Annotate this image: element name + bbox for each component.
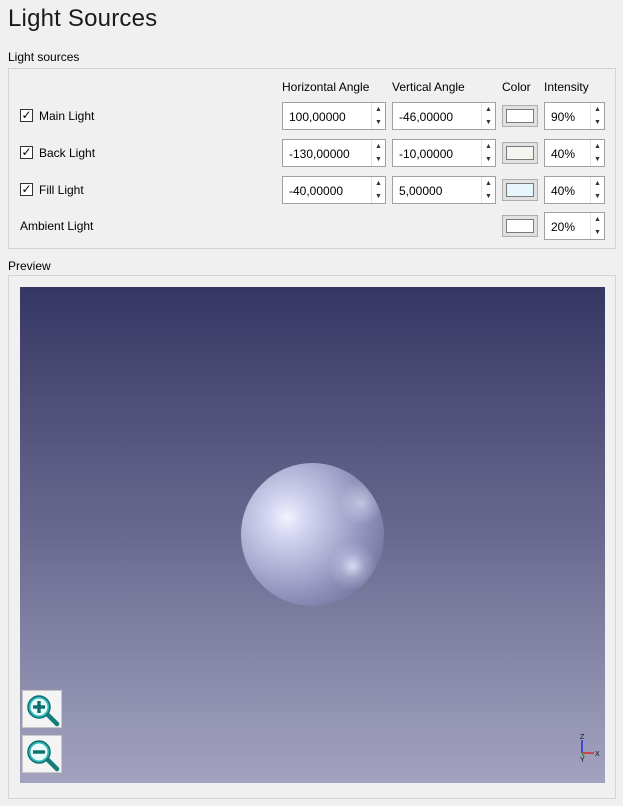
ambient-light-intensity-value: 20% [551, 220, 576, 234]
spin-down-icon[interactable]: ▼ [591, 226, 604, 239]
ambient-light-color-swatch [506, 219, 534, 233]
light-sources-group-label: Light sources [8, 50, 80, 64]
preview-sphere [241, 463, 384, 606]
fill-light-vertical-angle-value: 5,00000 [399, 184, 443, 198]
spin-up-icon[interactable]: ▲ [591, 213, 604, 226]
spin-down-icon[interactable]: ▼ [482, 116, 495, 129]
back-light-intensity-spinbox[interactable]: 40% ▲ ▼ [544, 139, 605, 167]
main-light-horizontal-angle-value: 100,00000 [289, 110, 346, 124]
fill-light-color-swatch [506, 183, 534, 197]
zoom-out-icon [27, 740, 60, 772]
main-light-label: Main Light [39, 109, 95, 123]
3d-viewport[interactable]: Z Y X [20, 287, 605, 783]
spin-up-icon[interactable]: ▲ [372, 103, 385, 116]
spin-down-icon[interactable]: ▼ [482, 153, 495, 166]
zoom-in-icon [27, 695, 60, 727]
back-light-vertical-angle-value: -10,00000 [399, 147, 454, 161]
fill-light-label: Fill Light [39, 183, 84, 197]
ambient-light-intensity-spinbox[interactable]: 20% ▲ ▼ [544, 212, 605, 240]
spin-up-icon[interactable]: ▲ [591, 140, 604, 153]
header-color: Color [502, 80, 531, 94]
spin-down-icon[interactable]: ▼ [372, 116, 385, 129]
back-light-horizontal-angle-value: -130,00000 [289, 147, 350, 161]
axis-label-y: Y [580, 757, 585, 763]
back-light-horizontal-angle-spinbox[interactable]: -130,00000 ▲ ▼ [282, 139, 386, 167]
main-light-row: ✓ Main Light 100,00000 ▲ ▼ -46,00000 ▲ ▼ 9… [0, 102, 623, 130]
back-light-intensity-value: 40% [551, 147, 576, 161]
checkmark-icon: ✓ [21, 182, 32, 196]
main-light-checkbox[interactable]: ✓ [20, 109, 33, 122]
zoom-in-button[interactable] [22, 690, 62, 728]
axes-triad-icon: Z Y X [580, 734, 600, 763]
fill-light-intensity-value: 40% [551, 184, 576, 198]
checkmark-icon: ✓ [21, 108, 32, 122]
checkmark-icon: ✓ [21, 145, 32, 159]
back-light-vertical-angle-spinbox[interactable]: -10,00000 ▲ ▼ [392, 139, 496, 167]
main-light-intensity-spinbox[interactable]: 90% ▲ ▼ [544, 102, 605, 130]
spin-up-icon[interactable]: ▲ [482, 177, 495, 190]
spin-up-icon[interactable]: ▲ [482, 140, 495, 153]
main-light-vertical-angle-value: -46,00000 [399, 110, 454, 124]
spin-down-icon[interactable]: ▼ [591, 153, 604, 166]
fill-light-checkbox[interactable]: ✓ [20, 183, 33, 196]
back-light-color-swatch [506, 146, 534, 160]
fill-light-horizontal-angle-spinbox[interactable]: -40,00000 ▲ ▼ [282, 176, 386, 204]
spin-down-icon[interactable]: ▼ [372, 190, 385, 203]
spin-up-icon[interactable]: ▲ [591, 103, 604, 116]
spin-down-icon[interactable]: ▼ [591, 190, 604, 203]
main-light-horizontal-angle-spinbox[interactable]: 100,00000 ▲ ▼ [282, 102, 386, 130]
fill-light-horizontal-angle-value: -40,00000 [289, 184, 344, 198]
header-intensity: Intensity [544, 80, 589, 94]
fill-light-row: ✓ Fill Light -40,00000 ▲ ▼ 5,00000 ▲ ▼ 40%… [0, 176, 623, 204]
header-vertical-angle: Vertical Angle [392, 80, 465, 94]
fill-light-vertical-angle-spinbox[interactable]: 5,00000 ▲ ▼ [392, 176, 496, 204]
axis-label-x: X [595, 751, 600, 758]
ambient-light-color-button[interactable] [502, 215, 538, 237]
header-horizontal-angle: Horizontal Angle [282, 80, 370, 94]
back-light-checkbox[interactable]: ✓ [20, 146, 33, 159]
zoom-out-button[interactable] [22, 735, 62, 773]
preview-group-label: Preview [8, 259, 51, 273]
spin-down-icon[interactable]: ▼ [482, 190, 495, 203]
ambient-light-row: Ambient Light 20% ▲ ▼ [0, 212, 623, 240]
main-light-intensity-value: 90% [551, 110, 576, 124]
spin-down-icon[interactable]: ▼ [372, 153, 385, 166]
spin-up-icon[interactable]: ▲ [591, 177, 604, 190]
fill-light-intensity-spinbox[interactable]: 40% ▲ ▼ [544, 176, 605, 204]
main-light-vertical-angle-spinbox[interactable]: -46,00000 ▲ ▼ [392, 102, 496, 130]
fill-light-color-button[interactable] [502, 179, 538, 201]
spin-up-icon[interactable]: ▲ [372, 140, 385, 153]
spin-up-icon[interactable]: ▲ [482, 103, 495, 116]
main-light-color-button[interactable] [502, 105, 538, 127]
back-light-row: ✓ Back Light -130,00000 ▲ ▼ -10,00000 ▲ ▼ … [0, 139, 623, 167]
back-light-color-button[interactable] [502, 142, 538, 164]
back-light-label: Back Light [39, 146, 96, 160]
main-light-color-swatch [506, 109, 534, 123]
axis-label-z: Z [580, 734, 585, 741]
spin-up-icon[interactable]: ▲ [372, 177, 385, 190]
ambient-light-label: Ambient Light [20, 219, 94, 233]
spin-down-icon[interactable]: ▼ [591, 116, 604, 129]
page-title: Light Sources [8, 5, 158, 32]
